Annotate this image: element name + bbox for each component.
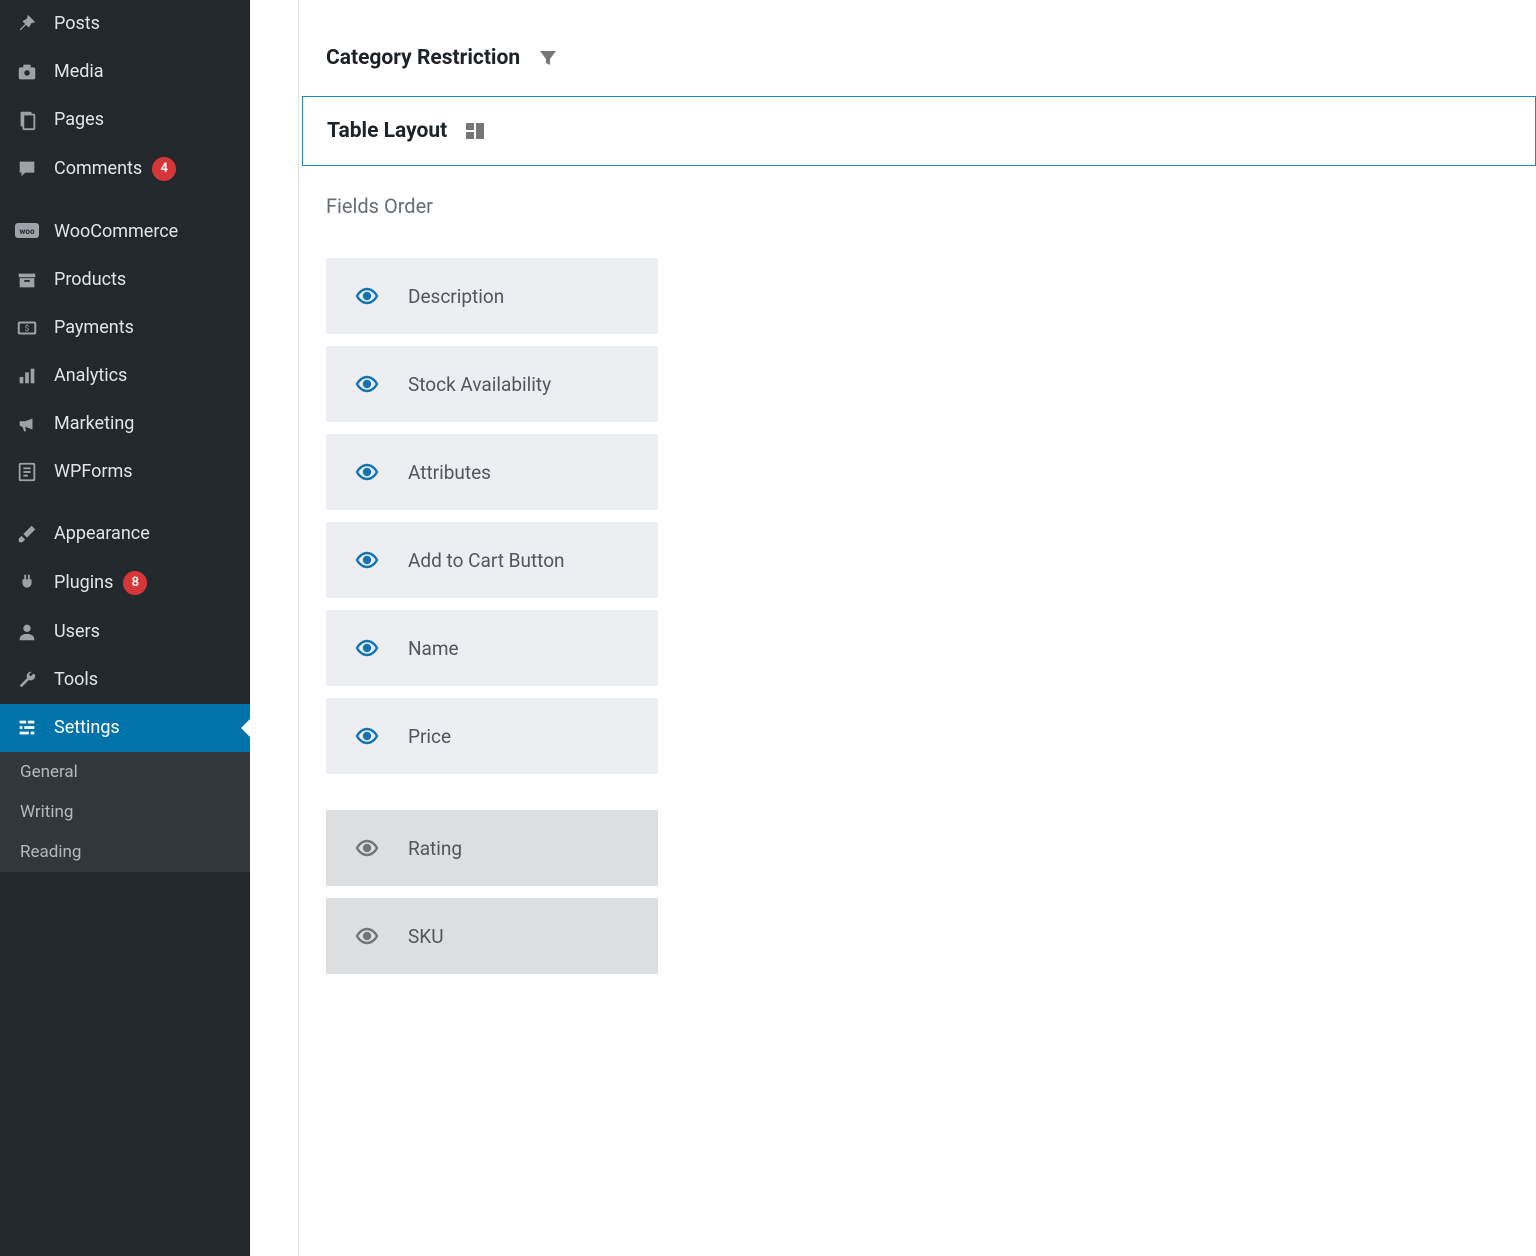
filter-icon	[536, 46, 560, 70]
sidebar-item-label: Tools	[54, 669, 98, 691]
payments-icon: $	[14, 317, 40, 339]
field-label: Price	[408, 725, 451, 748]
sidebar-item-plugins[interactable]: Plugins 8	[0, 558, 250, 608]
sidebar-item-label: Marketing	[54, 413, 134, 435]
sidebar-item-label: Posts	[54, 13, 100, 35]
brush-icon	[14, 523, 40, 545]
content-divider	[298, 0, 299, 1256]
sidebar-item-label: Payments	[54, 317, 134, 339]
settings-submenu: General Writing Reading	[0, 752, 250, 872]
sidebar-item-label: WooCommerce	[54, 221, 178, 243]
sidebar-item-media[interactable]: Media	[0, 48, 250, 96]
field-label: Attributes	[408, 461, 491, 484]
megaphone-icon	[14, 413, 40, 435]
field-label: Description	[408, 285, 504, 308]
fields-order-heading: Fields Order	[326, 194, 1536, 218]
main-content: Category Restriction Table Layout Fields…	[250, 0, 1536, 1256]
fields-order-list: Description Stock Availability Attribute…	[326, 258, 658, 974]
eye-icon[interactable]	[354, 836, 380, 860]
svg-text:$: $	[25, 322, 30, 333]
pin-icon	[14, 13, 40, 35]
field-price[interactable]: Price	[326, 698, 658, 774]
submenu-item-writing[interactable]: Writing	[0, 792, 250, 832]
admin-sidebar: Posts Media Pages Comments 4 woo WooComm…	[0, 0, 250, 1256]
sidebar-item-label: Settings	[54, 717, 120, 739]
comment-icon	[14, 158, 40, 180]
sidebar-item-users[interactable]: Users	[0, 608, 250, 656]
users-icon	[14, 621, 40, 643]
field-rating[interactable]: Rating	[326, 810, 658, 886]
submenu-item-reading[interactable]: Reading	[0, 832, 250, 872]
section-table-layout[interactable]: Table Layout	[302, 96, 1536, 166]
field-label: SKU	[408, 925, 444, 948]
sidebar-item-label: Media	[54, 61, 104, 83]
sidebar-item-label: Pages	[54, 109, 104, 131]
sidebar-item-posts[interactable]: Posts	[0, 0, 250, 48]
sidebar-item-label: Analytics	[54, 365, 127, 387]
plugins-badge: 8	[123, 571, 147, 595]
sidebar-item-settings[interactable]: Settings	[0, 704, 250, 752]
sidebar-separator	[0, 496, 250, 510]
woo-icon: woo	[14, 223, 40, 241]
field-sku[interactable]: SKU	[326, 898, 658, 974]
field-attributes[interactable]: Attributes	[326, 434, 658, 510]
field-label: Rating	[408, 837, 462, 860]
section-title: Table Layout	[327, 119, 447, 143]
sidebar-item-label: Plugins	[54, 572, 113, 594]
pages-icon	[14, 109, 40, 131]
sidebar-item-tools[interactable]: Tools	[0, 656, 250, 704]
section-category-restriction[interactable]: Category Restriction	[326, 24, 1536, 92]
sidebar-item-label: Users	[54, 621, 100, 643]
eye-icon[interactable]	[354, 924, 380, 948]
sidebar-item-analytics[interactable]: Analytics	[0, 352, 250, 400]
field-add-to-cart-button[interactable]: Add to Cart Button	[326, 522, 658, 598]
settings-icon	[14, 717, 40, 739]
analytics-icon	[14, 365, 40, 387]
field-label: Stock Availability	[408, 373, 551, 396]
eye-icon[interactable]	[354, 636, 380, 660]
sidebar-item-label: Appearance	[54, 523, 150, 545]
field-name[interactable]: Name	[326, 610, 658, 686]
camera-icon	[14, 61, 40, 83]
section-title: Category Restriction	[326, 46, 520, 70]
sidebar-item-appearance[interactable]: Appearance	[0, 510, 250, 558]
sidebar-item-pages[interactable]: Pages	[0, 96, 250, 144]
sidebar-item-wpforms[interactable]: WPForms	[0, 448, 250, 496]
plugin-icon	[14, 572, 40, 594]
field-description[interactable]: Description	[326, 258, 658, 334]
eye-icon[interactable]	[354, 284, 380, 308]
eye-icon[interactable]	[354, 460, 380, 484]
sidebar-item-label: WPForms	[54, 461, 133, 483]
sidebar-item-label: Comments	[54, 158, 142, 180]
sidebar-item-woocommerce[interactable]: woo WooCommerce	[0, 208, 250, 256]
eye-icon[interactable]	[354, 724, 380, 748]
archive-icon	[14, 269, 40, 291]
tools-icon	[14, 669, 40, 691]
field-label: Add to Cart Button	[408, 549, 565, 572]
svg-text:woo: woo	[20, 227, 35, 236]
sidebar-item-payments[interactable]: $ Payments	[0, 304, 250, 352]
field-stock-availability[interactable]: Stock Availability	[326, 346, 658, 422]
comments-badge: 4	[152, 157, 176, 181]
sidebar-separator	[0, 194, 250, 208]
eye-icon[interactable]	[354, 548, 380, 572]
wpforms-icon	[14, 461, 40, 483]
submenu-item-general[interactable]: General	[0, 752, 250, 792]
sidebar-item-comments[interactable]: Comments 4	[0, 144, 250, 194]
field-label: Name	[408, 637, 459, 660]
sidebar-item-products[interactable]: Products	[0, 256, 250, 304]
layout-icon	[463, 119, 487, 143]
fields-group-gap	[326, 786, 658, 798]
eye-icon[interactable]	[354, 372, 380, 396]
sidebar-item-marketing[interactable]: Marketing	[0, 400, 250, 448]
sidebar-item-label: Products	[54, 269, 126, 291]
